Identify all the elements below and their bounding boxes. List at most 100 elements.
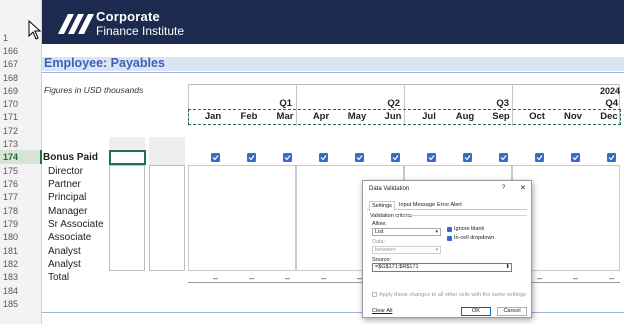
check-icon	[572, 155, 579, 161]
tab-error-alert[interactable]: Error Alert	[435, 201, 464, 209]
bonus-checkbox[interactable]	[499, 153, 508, 162]
quarter-label: Q4	[605, 98, 618, 109]
input-column-block[interactable]	[149, 165, 185, 271]
bonus-checkbox[interactable]	[355, 153, 364, 162]
cancel-button[interactable]: Cancel	[497, 307, 527, 316]
check-icon	[248, 155, 255, 161]
apply-all-label: Apply these changes to all other cells w…	[379, 292, 526, 298]
month-label[interactable]: Apr	[304, 111, 338, 122]
row-number[interactable]: 173	[0, 139, 38, 149]
row-number[interactable]: 182	[0, 259, 38, 269]
role-label: Associate	[48, 232, 92, 243]
month-label[interactable]: Feb	[232, 111, 266, 122]
quarter-label: Q3	[496, 98, 509, 109]
ok-button[interactable]: OK	[461, 307, 491, 316]
quarter-label: Q2	[387, 98, 400, 109]
quarter-label: Q1	[279, 98, 292, 109]
bonus-checkbox[interactable]	[283, 153, 292, 162]
cfi-logo-icon	[58, 14, 94, 34]
month-label[interactable]: Mar	[268, 111, 302, 122]
mouse-pointer-icon	[28, 20, 42, 40]
allow-select[interactable]: List ▾	[372, 228, 441, 236]
check-icon	[500, 155, 507, 161]
bonus-checkbox[interactable]	[427, 153, 436, 162]
row-number[interactable]: 185	[0, 299, 38, 309]
close-icon[interactable]: ✕	[520, 184, 526, 192]
role-label: Director	[48, 166, 84, 177]
bonus-checkbox[interactable]	[391, 153, 400, 162]
month-label[interactable]: Nov	[556, 111, 590, 122]
clear-all-button[interactable]: Clear All	[372, 308, 392, 314]
tab-settings[interactable]: Settings	[369, 201, 395, 211]
criteria-label: Validation criteria	[370, 213, 412, 219]
footer-divider	[42, 312, 624, 313]
bonus-checkbox[interactable]	[607, 153, 616, 162]
source-input[interactable]: =$G$171:$R$171 ⬆	[372, 263, 512, 272]
row-number[interactable]: 177	[0, 192, 38, 202]
in-cell-dropdown-label: In-cell dropdown	[454, 235, 495, 241]
month-label[interactable]: Dec	[592, 111, 624, 122]
month-label[interactable]: Jan	[196, 111, 230, 122]
role-label: Principal	[48, 192, 87, 203]
month-label[interactable]: Jun	[376, 111, 410, 122]
month-label[interactable]: Jul	[412, 111, 446, 122]
role-label: Analyst	[48, 246, 81, 257]
help-icon[interactable]: ?	[502, 185, 505, 191]
month-label[interactable]: Oct	[520, 111, 554, 122]
row-number[interactable]: 174	[0, 152, 38, 162]
row-number[interactable]: 172	[0, 126, 38, 136]
bonus-checkbox[interactable]	[571, 153, 580, 162]
row-number[interactable]: 175	[0, 166, 38, 176]
row-number[interactable]: 184	[0, 286, 38, 296]
check-icon	[356, 155, 363, 161]
input-column-block[interactable]	[109, 165, 145, 271]
row-number[interactable]: 176	[0, 179, 38, 189]
logo-text-line1: Corporate	[96, 9, 160, 24]
collapse-range-icon[interactable]: ⬆	[505, 264, 510, 271]
bonus-checkbox[interactable]	[319, 153, 328, 162]
check-icon	[536, 155, 543, 161]
bonus-checkbox[interactable]	[463, 153, 472, 162]
input-column-header	[149, 137, 185, 165]
chevron-down-icon: ▾	[435, 229, 438, 235]
data-label: Data:	[372, 239, 386, 245]
month-label[interactable]: Sep	[484, 111, 518, 122]
row-number[interactable]: 181	[0, 246, 38, 256]
bonus-checkbox[interactable]	[535, 153, 544, 162]
tab-input-message[interactable]: Input Message	[397, 201, 437, 209]
apply-all-checkbox	[372, 292, 377, 297]
role-label: Analyst	[48, 259, 81, 270]
q1-data-grid[interactable]	[188, 165, 296, 271]
data-select: between ▾	[372, 246, 441, 254]
bonus-checkbox[interactable]	[247, 153, 256, 162]
ignore-blank-checkbox[interactable]	[447, 227, 452, 232]
row-number[interactable]: 168	[0, 73, 38, 83]
row-number[interactable]: 170	[0, 99, 38, 109]
check-icon	[428, 155, 435, 161]
active-cell[interactable]	[109, 150, 146, 165]
role-label: Manager	[48, 206, 88, 217]
month-label[interactable]: May	[340, 111, 374, 122]
units-note: Figures in USD thousands	[44, 85, 144, 95]
role-label: Sr Associate	[48, 219, 104, 230]
check-icon	[212, 155, 219, 161]
row-number[interactable]: 180	[0, 232, 38, 242]
ignore-blank-label: Ignore blank	[454, 226, 485, 232]
month-label[interactable]: Aug	[448, 111, 482, 122]
check-icon	[464, 155, 471, 161]
row-number[interactable]: 167	[0, 59, 38, 69]
row-number[interactable]: 179	[0, 219, 38, 229]
data-validation-dialog[interactable]: Data Validation ? ✕ Settings Input Messa…	[362, 180, 532, 318]
in-cell-dropdown-checkbox[interactable]	[447, 236, 452, 241]
row-number[interactable]: 183	[0, 272, 38, 282]
logo-text-line2: Finance Institute	[96, 24, 185, 38]
row-number[interactable]: 171	[0, 112, 38, 122]
check-icon	[608, 155, 615, 161]
chevron-down-icon: ▾	[435, 247, 438, 253]
row-number[interactable]: 166	[0, 46, 38, 56]
bonus-checkbox[interactable]	[211, 153, 220, 162]
row-number[interactable]: 169	[0, 86, 38, 96]
row-number[interactable]: 178	[0, 206, 38, 216]
allow-select-value: List	[375, 229, 384, 235]
source-input-value: =$G$171:$R$171	[375, 264, 419, 270]
